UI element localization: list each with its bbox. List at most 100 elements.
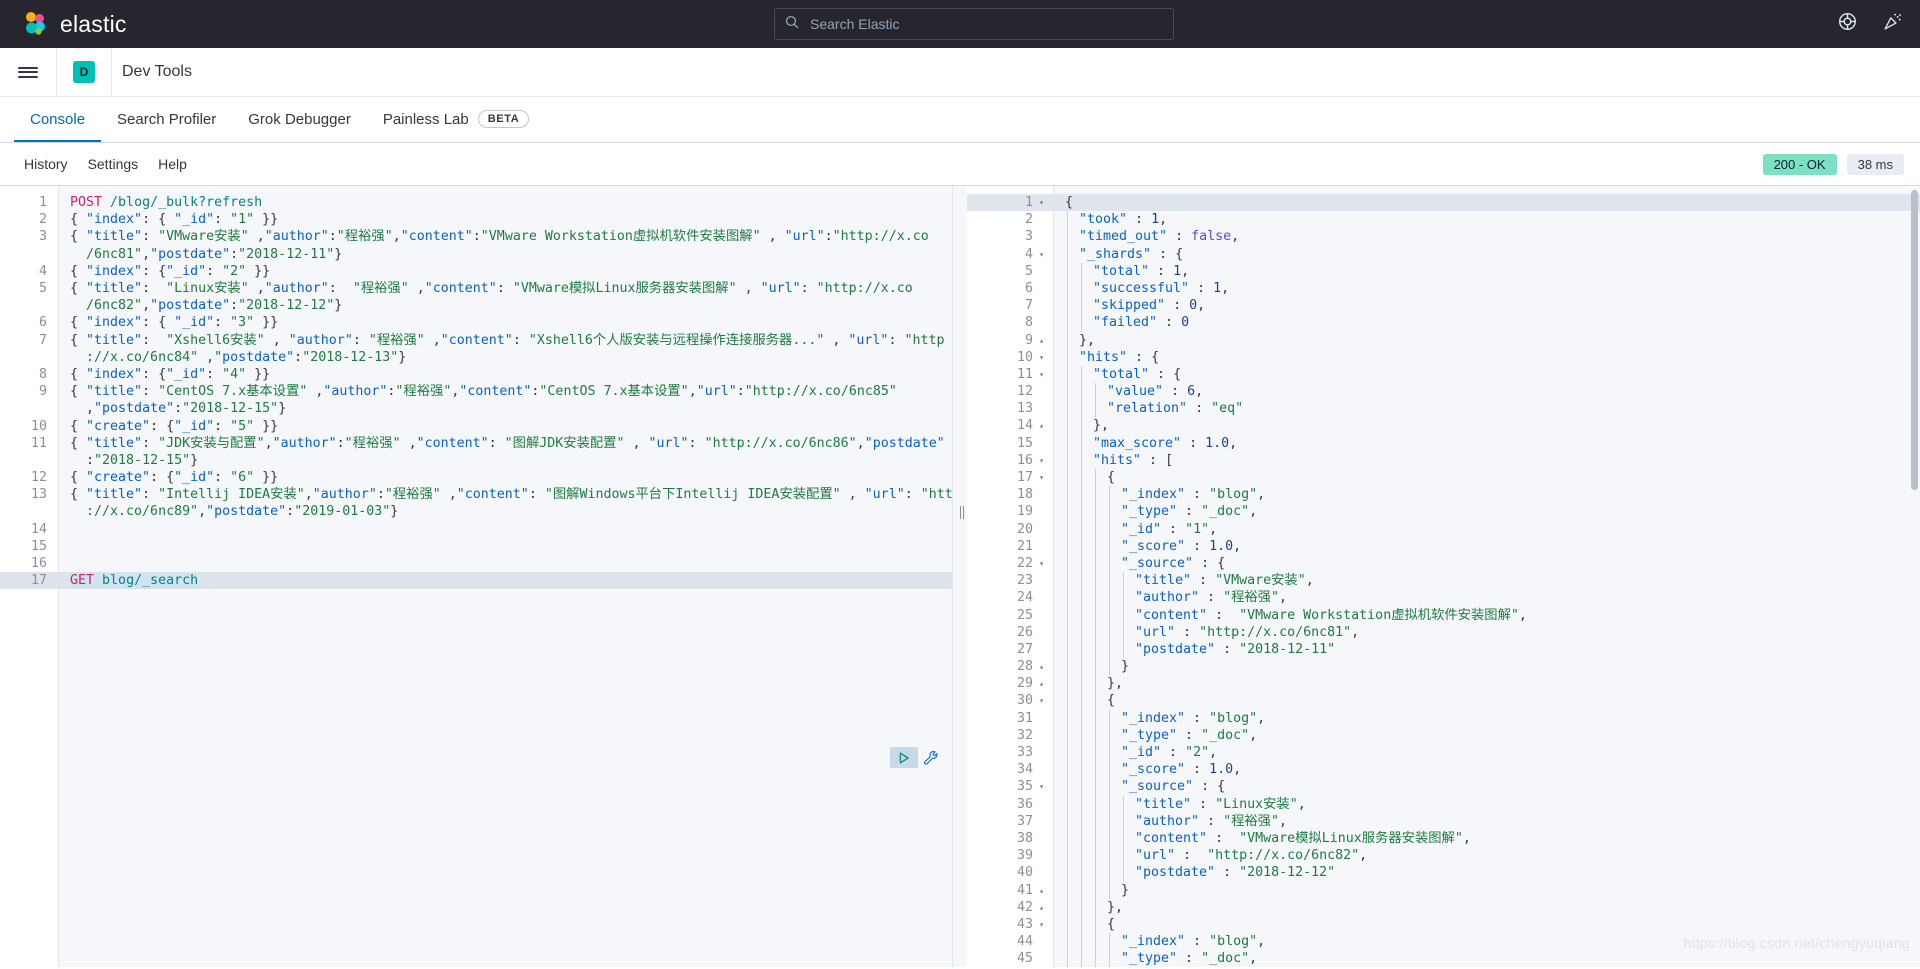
response-line[interactable]: 22 ▾ "_source" : {: [967, 554, 1920, 573]
tab-console[interactable]: Console: [14, 98, 102, 142]
response-line[interactable]: 8▾ "failed" : 0: [967, 314, 1920, 332]
response-line[interactable]: 45▾ "_type" : "_doc",: [967, 950, 1920, 967]
brand-home-link[interactable]: elastic: [0, 11, 127, 38]
fold-up-icon[interactable]: ▴: [1038, 332, 1045, 349]
response-line[interactable]: 36▾ "title" : "Linux安装",: [967, 795, 1920, 813]
global-search-box[interactable]: [774, 8, 1174, 40]
response-line[interactable]: 37▾ "author" : "程裕强",: [967, 812, 1920, 830]
settings-button[interactable]: Settings: [78, 156, 149, 172]
lifebuoy-help-icon[interactable]: [1838, 12, 1857, 36]
response-line[interactable]: 19▾ "_type" : "_doc",: [967, 503, 1920, 521]
response-line[interactable]: 41 ▴}: [967, 881, 1920, 899]
fold-down-icon[interactable]: ▾: [1038, 366, 1045, 383]
response-line[interactable]: 13▾ "relation" : "eq": [967, 400, 1920, 418]
request-line[interactable]: 4 { "index": {"_id": "2" }}: [0, 263, 952, 280]
request-line[interactable]: 13 { "title": "Intellij IDEA安装","author":…: [0, 486, 952, 520]
request-code[interactable]: 1 POST /blog/_bulk?refresh 2 { "index": { "…: [0, 186, 952, 590]
fold-down-icon[interactable]: ▾: [1038, 194, 1045, 211]
response-line[interactable]: 18▾ "_index" : "blog",: [967, 486, 1920, 504]
response-line[interactable]: 2▾ "took" : 1,: [967, 211, 1920, 229]
request-editor-pane[interactable]: 1 POST /blog/_bulk?refresh 2 { "index": { "…: [0, 186, 953, 967]
response-line[interactable]: 40▾ "postdate" : "2018-12-12": [967, 864, 1920, 882]
response-line[interactable]: 10 ▾ "hits" : {: [967, 348, 1920, 366]
response-pane[interactable]: 1▾{2▾"took" : 1,3▾"timed_out" : false,4▾…: [967, 186, 1920, 967]
help-button[interactable]: Help: [148, 156, 197, 172]
response-line[interactable]: 39▾ "url" : "http://x.co/6nc82",: [967, 847, 1920, 865]
response-line[interactable]: 29 ▴},: [967, 675, 1920, 693]
response-line[interactable]: 31▾ "_index" : "blog",: [967, 709, 1920, 727]
response-line[interactable]: 38▾ "content" : "VMware模拟Linux服务器安装图解",: [967, 829, 1920, 848]
response-line[interactable]: 6▾ "successful" : 1,: [967, 279, 1920, 298]
fold-down-icon[interactable]: ▾: [1038, 555, 1045, 572]
response-line[interactable]: 35 ▾ "_source" : {: [967, 778, 1920, 796]
request-line[interactable]: 3 { "title": "VMware安装" ,"author":"程裕强","…: [0, 228, 952, 262]
response-line[interactable]: 25▾ "content" : "VMware Workstation虚拟机软件安…: [967, 606, 1920, 624]
play-run-request-icon[interactable]: [890, 747, 918, 768]
request-line[interactable]: 8 { "index": {"_id": "4" }}: [0, 366, 952, 383]
tab-grok-debugger[interactable]: Grok Debugger: [232, 98, 367, 142]
fold-up-icon[interactable]: ▴: [1038, 417, 1045, 434]
response-line[interactable]: 1 ▾ {: [967, 194, 1920, 212]
request-line[interactable]: 7 { "title": "Xshell6安装" , "author": "程裕强…: [0, 332, 952, 366]
response-line[interactable]: 32▾ "_type" : "_doc",: [967, 726, 1920, 744]
response-line[interactable]: 43 ▾ {: [967, 915, 1920, 934]
response-line[interactable]: 16 ▾ "hits" : [: [967, 451, 1920, 469]
hamburger-menu-icon[interactable]: [0, 48, 56, 96]
response-line[interactable]: 23▾ "title" : "VMware安装",: [967, 572, 1920, 590]
response-line[interactable]: 9 ▴},: [967, 331, 1920, 349]
request-line[interactable]: 2 { "index": { "_id": "1" }}: [0, 211, 952, 228]
fold-down-icon[interactable]: ▾: [1038, 469, 1045, 486]
line-content: },: [1053, 331, 1095, 349]
response-line[interactable]: 17 ▾ {: [967, 469, 1920, 487]
response-line[interactable]: 42 ▴},: [967, 898, 1920, 916]
response-line[interactable]: 5▾ "total" : 1,: [967, 262, 1920, 280]
request-line[interactable]: 15: [0, 538, 952, 555]
search-input[interactable]: [808, 15, 1163, 33]
response-line[interactable]: 14 ▴},: [967, 417, 1920, 435]
response-line[interactable]: 34▾ "_score" : 1.0,: [967, 761, 1920, 779]
pane-resize-handle-icon[interactable]: [953, 186, 967, 967]
fold-down-icon[interactable]: ▾: [1038, 778, 1045, 795]
fold-up-icon[interactable]: ▴: [1038, 882, 1045, 899]
fold-down-icon[interactable]: ▾: [1038, 452, 1045, 469]
fold-down-icon[interactable]: ▾: [1038, 916, 1045, 933]
response-line[interactable]: 33▾ "_id" : "2",: [967, 744, 1920, 762]
fold-down-icon[interactable]: ▾: [1038, 246, 1045, 263]
response-line[interactable]: 20▾ "_id" : "1",: [967, 520, 1920, 538]
response-line[interactable]: 26▾ "url" : "http://x.co/6nc81",: [967, 623, 1920, 641]
request-line[interactable]: 12 { "create": {"_id": "6" }}: [0, 469, 952, 486]
fold-up-icon[interactable]: ▴: [1038, 675, 1045, 692]
response-scrollbar[interactable]: [1911, 190, 1918, 490]
history-button[interactable]: History: [14, 156, 78, 172]
response-line[interactable]: 27▾ "postdate" : "2018-12-11": [967, 640, 1920, 659]
response-line[interactable]: 15▾ "max_score" : 1.0,: [967, 434, 1920, 452]
request-line[interactable]: 6 { "index": { "_id": "3" }}: [0, 314, 952, 331]
response-line[interactable]: 3▾ "timed_out" : false,: [967, 228, 1920, 246]
request-line[interactable]: 5 { "title": "Linux安装" ,"author": "程裕强" ,…: [0, 280, 952, 314]
fold-down-icon[interactable]: ▾: [1038, 692, 1045, 709]
request-line[interactable]: 9 { "title": "CentOS 7.x基本设置" ,"author":"…: [0, 383, 952, 417]
fold-up-icon[interactable]: ▴: [1038, 658, 1045, 675]
response-line[interactable]: 11 ▾ "total" : {: [967, 365, 1920, 384]
response-line[interactable]: 12▾ "value" : 6,: [967, 383, 1920, 401]
fold-up-icon[interactable]: ▴: [1038, 899, 1045, 916]
response-line[interactable]: 28 ▴}: [967, 658, 1920, 676]
wrench-tools-icon[interactable]: [920, 747, 942, 768]
request-line[interactable]: 14: [0, 521, 952, 538]
request-line[interactable]: 11 { "title": "JDK安装与配置","author":"程裕强" ,…: [0, 435, 952, 469]
response-line[interactable]: 7▾ "skipped" : 0,: [967, 297, 1920, 315]
response-line[interactable]: 21▾ "_score" : 1.0,: [967, 537, 1920, 555]
response-line[interactable]: 4 ▾ "_shards" : {: [967, 245, 1920, 263]
request-line[interactable]: 1 POST /blog/_bulk?refresh: [0, 194, 952, 211]
tab-painless-lab[interactable]: Painless Lab BETA: [367, 98, 545, 142]
request-line[interactable]: 17 GET blog/_search: [0, 572, 952, 590]
response-code[interactable]: 1▾{2▾"took" : 1,3▾"timed_out" : false,4▾…: [967, 186, 1920, 967]
confetti-whats-new-icon[interactable]: [1883, 12, 1902, 36]
response-line[interactable]: 30 ▾ {: [967, 692, 1920, 710]
response-line[interactable]: 24▾ "author" : "程裕强",: [967, 589, 1920, 607]
request-line[interactable]: 16: [0, 555, 952, 572]
request-line[interactable]: 10 { "create": {"_id": "5" }}: [0, 418, 952, 435]
response-line[interactable]: 44▾ "_index" : "blog",: [967, 933, 1920, 951]
fold-down-icon[interactable]: ▾: [1038, 349, 1045, 366]
tab-search-profiler[interactable]: Search Profiler: [101, 98, 232, 142]
